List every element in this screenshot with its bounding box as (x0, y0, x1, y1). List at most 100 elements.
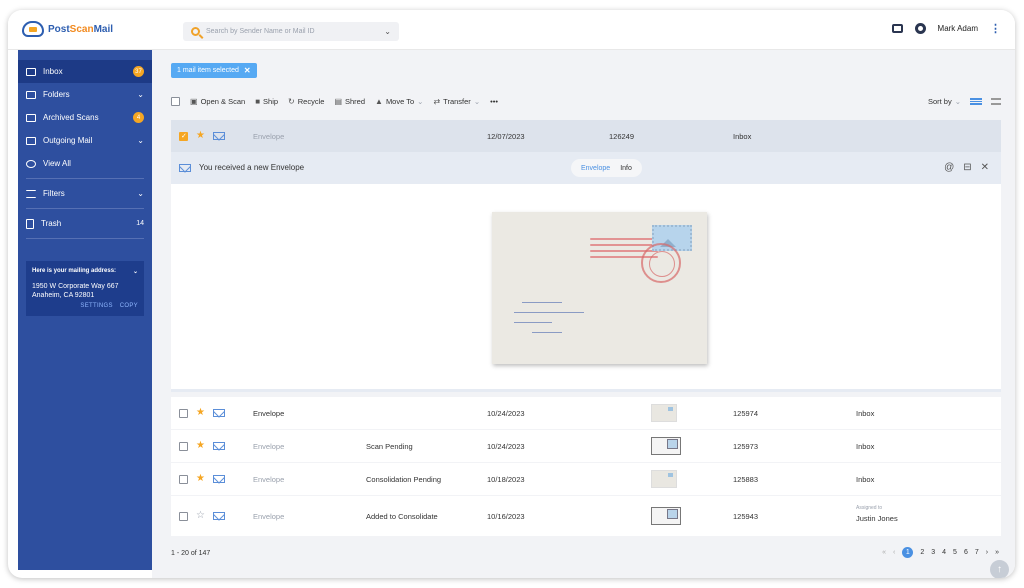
select-all-checkbox[interactable] (171, 96, 180, 106)
mail-thumbnail[interactable] (651, 507, 681, 525)
star-icon[interactable]: ★ (196, 441, 205, 451)
pagination-range: 1 - 20 of 147 (171, 550, 211, 557)
trash-count: 14 (136, 220, 144, 227)
page-4[interactable]: 4 (942, 549, 946, 556)
inbox-icon[interactable] (891, 24, 903, 33)
sidebar-item-view-all[interactable]: View All (18, 152, 152, 175)
search-input[interactable]: Search by Sender Name or Mail ID ⌄ (183, 22, 399, 41)
table-row[interactable]: ★ Envelope Scan Pending 10/24/2023 12597… (171, 430, 1001, 462)
user-name[interactable]: Mark Adam (938, 24, 978, 33)
ship-button[interactable]: ■ Ship (255, 97, 278, 106)
handwriting (532, 332, 562, 333)
mail-folder: Inbox (856, 408, 875, 418)
tab-envelope[interactable]: Envelope (581, 165, 610, 172)
postmark-wave (590, 238, 658, 240)
mail-thumbnail[interactable] (651, 437, 681, 455)
star-outline-icon[interactable]: ☆ (196, 511, 205, 521)
expand-icon[interactable]: ⊟ (963, 162, 971, 173)
transfer-button[interactable]: ⇄ Transfer ⌄ (433, 97, 480, 106)
row-checkbox[interactable] (179, 408, 188, 418)
truck-icon: ■ (255, 96, 261, 106)
chevron-down-icon[interactable]: ⌄ (133, 268, 138, 275)
sidebar-item-label: Trash (41, 219, 62, 228)
envelope-icon (212, 442, 225, 450)
sidebar-item-label: Archived Scans (43, 113, 99, 122)
settings-link[interactable]: SETTINGS (80, 303, 112, 309)
table-row-selected[interactable]: ★ Envelope 12/07/2023 126249 Inbox (171, 120, 1001, 152)
logo-icon (22, 21, 44, 37)
at-icon[interactable]: @ (944, 162, 954, 173)
close-icon[interactable]: ✕ (244, 66, 251, 75)
star-icon[interactable]: ★ (196, 474, 205, 484)
row-checkbox[interactable] (179, 441, 188, 451)
sidebar-item-trash[interactable]: Trash 14 (18, 212, 152, 235)
open-scan-button[interactable]: ▣ Open & Scan (190, 97, 245, 106)
envelope-preview (171, 184, 1001, 392)
row-checkbox[interactable] (179, 511, 188, 521)
page-2[interactable]: 2 (920, 549, 924, 556)
sidebar-item-folders[interactable]: Folders ⌄ (18, 83, 152, 106)
search-icon (191, 27, 200, 36)
page-7[interactable]: 7 (975, 549, 979, 556)
envelope-image[interactable] (492, 212, 707, 364)
more-button[interactable]: ••• (490, 97, 498, 106)
move-to-button[interactable]: ▲ Move To ⌄ (375, 97, 423, 106)
table-row[interactable]: ★ Envelope Consolidation Pending 10/18/2… (171, 463, 1001, 495)
scroll-top-button[interactable]: ↑ (990, 560, 1009, 578)
star-icon[interactable]: ★ (196, 131, 205, 141)
mailing-address-card: Here is your mailing address: ⌄ 1950 W C… (26, 261, 144, 316)
last-page-icon[interactable]: » (995, 549, 999, 556)
close-icon[interactable]: ✕ (981, 162, 989, 173)
next-page-icon[interactable]: › (986, 549, 988, 556)
sidebar-item-filters[interactable]: Filters ⌄ (18, 182, 152, 205)
first-page-icon[interactable]: « (882, 549, 886, 556)
shred-button[interactable]: ▤ Shred (334, 97, 365, 106)
grid-view-icon[interactable] (991, 97, 1001, 105)
sort-by-dropdown[interactable]: Sort by ⌄ (928, 97, 961, 106)
kebab-menu-icon[interactable]: ⋮ (990, 22, 1001, 35)
table-row[interactable]: ★ Envelope 10/24/2023 125974 Inbox (171, 397, 1001, 429)
tab-info[interactable]: Info (620, 165, 632, 172)
scan-icon: ▣ (190, 96, 198, 106)
recycle-button[interactable]: ↻ Recycle (288, 97, 324, 106)
mail-id: 125943 (733, 511, 759, 521)
envelope-icon (212, 409, 225, 417)
mail-date: 10/18/2023 (487, 474, 525, 484)
envelope-icon (212, 132, 225, 140)
mail-date: 10/24/2023 (487, 408, 525, 418)
sidebar-item-archived-scans[interactable]: Archived Scans 4 (18, 106, 152, 129)
selection-chip: 1 mail item selected ✕ (171, 63, 257, 78)
detail-header: You received a new Envelope Envelope Inf… (171, 152, 1001, 184)
archive-icon (26, 113, 36, 122)
address-line-1: 1950 W Corporate Way 667 (32, 283, 119, 290)
copy-link[interactable]: COPY (120, 303, 138, 309)
eye-icon (26, 159, 36, 168)
chevron-down-icon[interactable]: ⌄ (384, 27, 391, 36)
mail-thumbnail[interactable] (651, 470, 677, 488)
page-6[interactable]: 6 (964, 549, 968, 556)
logo[interactable]: PostScanMail (22, 21, 113, 37)
sidebar-item-label: Folders (43, 90, 70, 99)
gear-icon[interactable] (914, 23, 926, 34)
assigned-to: Justin Jones (856, 514, 898, 523)
page-5[interactable]: 5 (953, 549, 957, 556)
list-view-icon[interactable] (970, 97, 982, 105)
page-1[interactable]: 1 (902, 547, 914, 558)
filter-icon (26, 189, 36, 198)
table-row[interactable]: ☆ Envelope Added to Consolidate 10/16/20… (171, 496, 1001, 536)
divider (26, 208, 144, 209)
mail-type: Envelope (253, 132, 285, 141)
mail-thumbnail[interactable] (651, 404, 677, 422)
transfer-icon: ⇄ (433, 96, 441, 106)
mail-id: 125883 (733, 474, 759, 484)
sidebar-item-outgoing-mail[interactable]: Outgoing Mail ⌄ (18, 129, 152, 152)
row-checkbox[interactable] (179, 474, 188, 484)
mail-type: Envelope (253, 511, 285, 521)
row-checkbox[interactable] (179, 131, 188, 141)
sidebar-item-inbox[interactable]: Inbox 37 (18, 60, 152, 83)
chevron-down-icon: ⌄ (137, 136, 144, 145)
page-3[interactable]: 3 (931, 549, 935, 556)
prev-page-icon[interactable]: ‹ (893, 549, 895, 556)
move-icon: ▲ (375, 96, 383, 106)
star-icon[interactable]: ★ (196, 408, 205, 418)
